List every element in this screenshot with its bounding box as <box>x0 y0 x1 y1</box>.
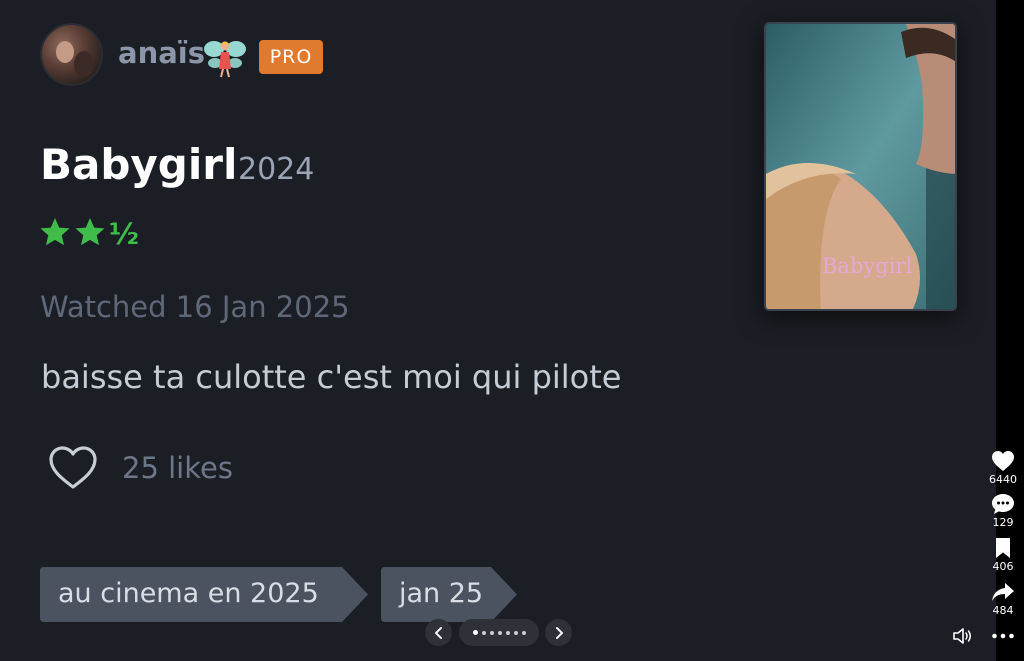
tag-label: au cinema en 2025 <box>58 578 319 609</box>
tag-label: jan 25 <box>399 578 484 609</box>
carousel-dot[interactable] <box>497 630 502 635</box>
username[interactable]: anaïs <box>118 36 205 70</box>
avatar[interactable] <box>40 23 103 86</box>
film-title[interactable]: Babygirl <box>40 140 237 189</box>
tag-chip[interactable]: au cinema en 2025 <box>40 567 368 622</box>
likes-count[interactable]: 25 likes <box>122 451 233 485</box>
comment-icon <box>992 494 1014 514</box>
volume-icon[interactable] <box>952 627 972 645</box>
carousel-dots[interactable] <box>459 619 539 646</box>
fairy-icon <box>204 41 246 78</box>
chevron-right-icon <box>555 626 563 639</box>
film-year[interactable]: 2024 <box>238 152 314 187</box>
share-icon <box>992 583 1014 601</box>
share-count: 484 <box>992 604 1014 617</box>
comment-count: 129 <box>992 516 1014 529</box>
heart-outline-icon[interactable] <box>47 445 99 491</box>
chevron-left-icon <box>434 626 442 639</box>
carousel-dot[interactable] <box>472 630 478 635</box>
review-card: anaïs PRO Babygirl 2024 ½ Watched 16 Jan… <box>0 0 996 661</box>
film-poster[interactable]: Babygirl <box>764 22 957 311</box>
carousel-dot[interactable] <box>521 630 526 635</box>
star-rating: ½ <box>39 216 143 250</box>
carousel-dot[interactable] <box>481 630 486 635</box>
bookmark-icon <box>996 538 1010 558</box>
review-text: baisse ta culotte c'est moi qui pilote <box>41 358 622 396</box>
heart-icon <box>992 451 1014 471</box>
more-options-icon[interactable] <box>991 627 1015 645</box>
like-count: 6440 <box>989 473 1017 486</box>
carousel-dot[interactable] <box>489 630 494 635</box>
pro-badge: PRO <box>259 40 323 74</box>
save-action[interactable]: 406 <box>988 537 1018 573</box>
rating-stars-icon: ½ <box>40 217 139 250</box>
like-action[interactable]: 6440 <box>988 450 1018 486</box>
carousel-dot[interactable] <box>505 630 510 635</box>
carousel-dot[interactable] <box>513 630 518 635</box>
save-count: 406 <box>992 560 1014 573</box>
poster-title: Babygirl <box>822 254 913 278</box>
comment-action[interactable]: 129 <box>988 493 1018 529</box>
share-action[interactable]: 484 <box>988 581 1018 617</box>
carousel-prev-button[interactable] <box>425 619 452 646</box>
watched-date: Watched 16 Jan 2025 <box>40 290 350 324</box>
tag-chip[interactable]: jan 25 <box>381 567 517 622</box>
carousel-next-button[interactable] <box>545 619 572 646</box>
svg-text:½: ½ <box>109 217 139 250</box>
